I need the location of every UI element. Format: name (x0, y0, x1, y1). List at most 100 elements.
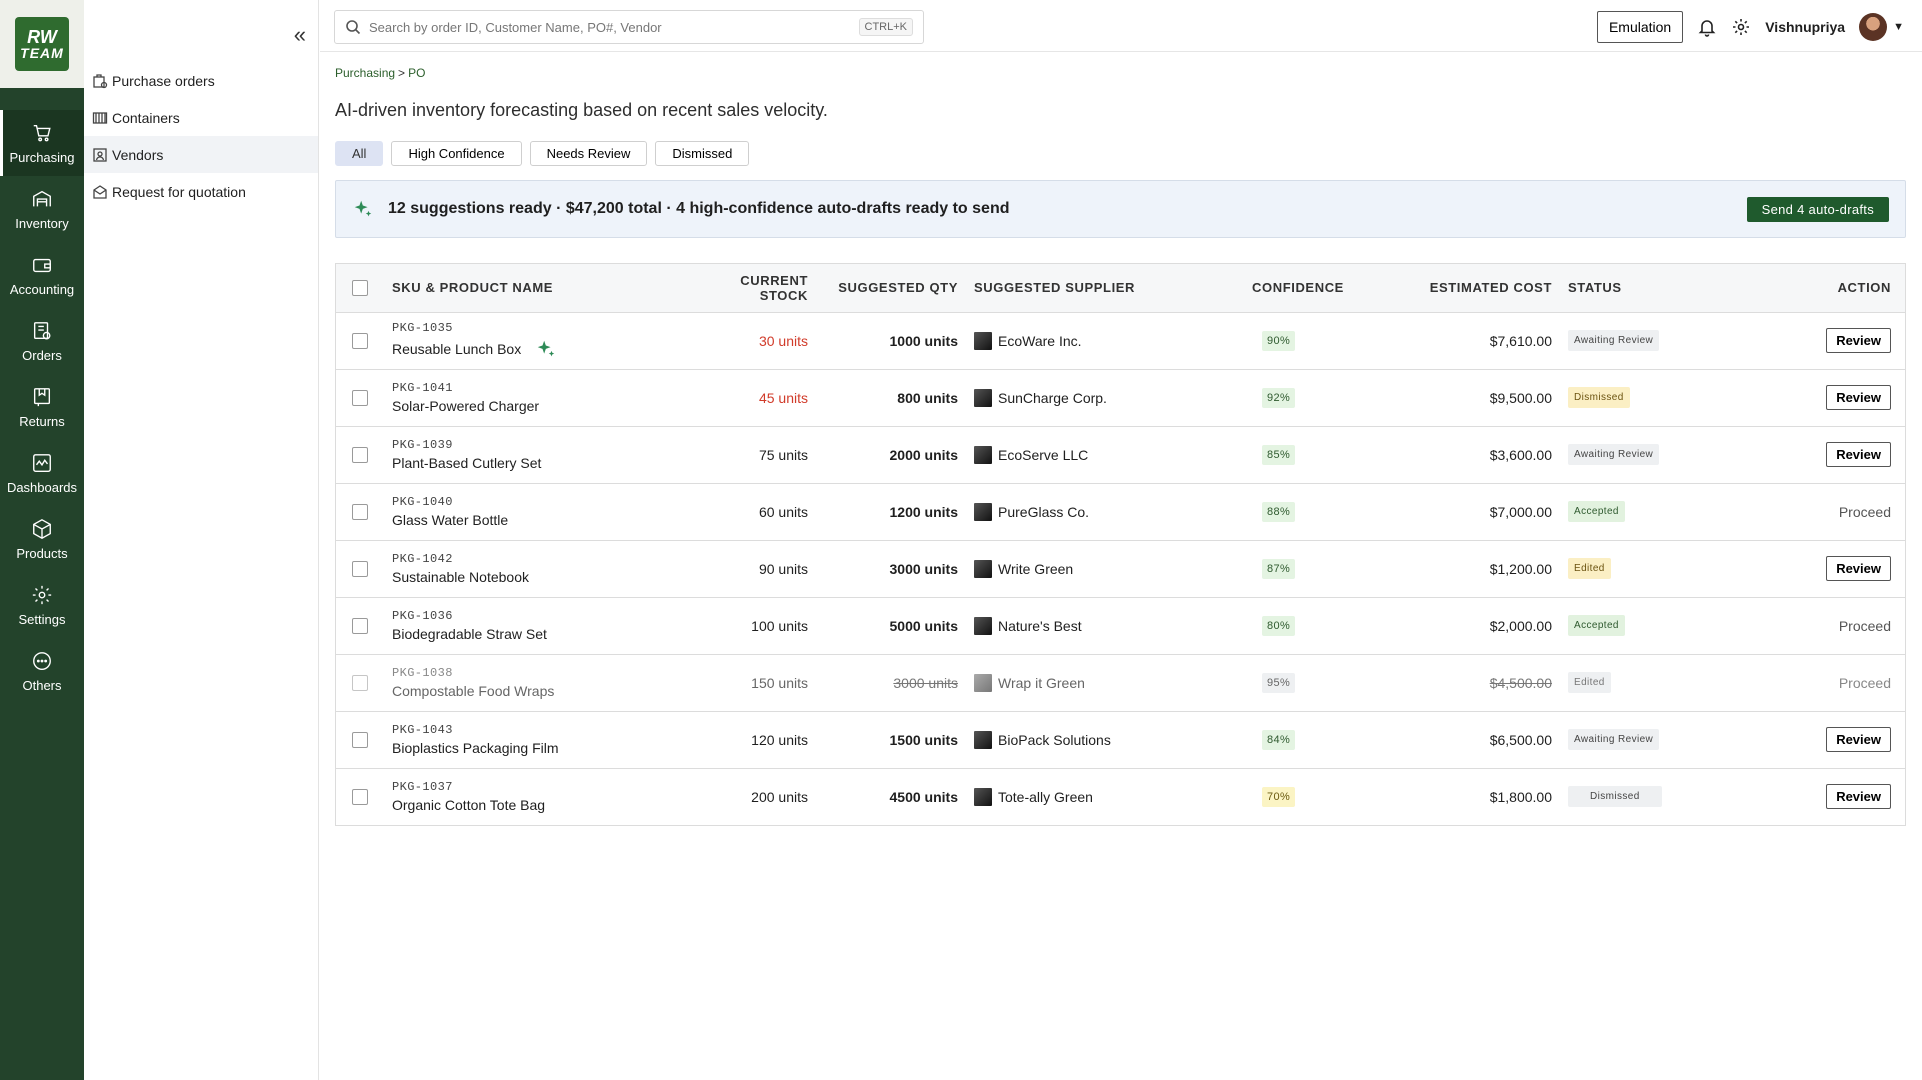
col-header-suggested-qty[interactable]: SUGGESTED QTY (814, 264, 974, 313)
proceed-link[interactable]: Proceed (1839, 675, 1891, 691)
table-row[interactable]: PKG-1040 Glass Water Bottle 60 units 1200… (336, 483, 1905, 541)
current-stock: 150 units (692, 654, 814, 712)
table-row[interactable]: PKG-1039 Plant-Based Cutlery Set 75 units… (336, 426, 1905, 484)
filter-all[interactable]: All (335, 141, 384, 166)
estimated-cost: $2,000.00 (1402, 597, 1568, 655)
confidence-badge: 85% (1262, 444, 1296, 465)
row-checkbox[interactable] (352, 674, 368, 691)
status-badge: Awaiting Review (1568, 444, 1660, 465)
notifications-bell-icon[interactable] (1697, 17, 1717, 37)
emulation-button[interactable]: Emulation (1596, 11, 1684, 43)
row-checkbox[interactable] (352, 788, 368, 805)
row-checkbox[interactable] (352, 389, 368, 406)
sparkle-icon (537, 340, 555, 357)
user-avatar[interactable] (1859, 13, 1888, 41)
rail-item-returns[interactable]: Returns (0, 374, 84, 440)
select-all-checkbox[interactable] (352, 279, 368, 296)
review-button[interactable]: Review (1826, 385, 1891, 410)
breadcrumb-current[interactable]: PO (408, 66, 425, 80)
supplier-logo (974, 673, 992, 692)
breadcrumb-parent[interactable]: Purchasing (335, 66, 395, 80)
supplier-name: Tote-ally Green (998, 788, 1093, 805)
subnav-item-label: Request for quotation (112, 183, 246, 200)
current-stock: 75 units (692, 426, 814, 484)
review-button[interactable]: Review (1826, 442, 1891, 467)
subnav-item-label: Vendors (112, 146, 164, 163)
row-checkbox[interactable] (352, 446, 368, 463)
row-checkbox[interactable] (352, 731, 368, 748)
col-header-sku[interactable]: SKU & PRODUCT NAME (392, 264, 692, 313)
subnav-item-vendors[interactable]: Vendors (84, 136, 318, 173)
col-header-current-stock[interactable]: CURRENT STOCK (692, 264, 814, 313)
supplier-name: PureGlass Co. (998, 503, 1090, 520)
sku-code: PKG-1035 (392, 321, 453, 335)
table-row[interactable]: PKG-1041 Solar-Powered Charger 45 units 8… (336, 369, 1905, 427)
review-button[interactable]: Review (1826, 727, 1891, 752)
user-name[interactable]: Vishnupriya (1765, 19, 1845, 35)
send-auto-drafts-button[interactable]: Send 4 auto-drafts (1746, 196, 1889, 222)
status-badge: Edited (1568, 672, 1611, 693)
col-header-estimated-cost[interactable]: ESTIMATED COST (1402, 264, 1568, 313)
col-header-confidence[interactable]: CONFIDENCE (1252, 264, 1402, 313)
dashboard-icon (33, 453, 51, 472)
filter-needs-review[interactable]: Needs Review (529, 141, 648, 166)
table-row[interactable]: PKG-1036 Biodegradable Straw Set 100 unit… (336, 597, 1905, 655)
chevron-down-icon[interactable]: ▼ (1893, 21, 1904, 33)
subnav-item-rfq[interactable]: Request for quotation (84, 173, 318, 210)
row-checkbox[interactable] (352, 560, 368, 577)
returns-icon (33, 387, 51, 406)
rail-item-purchasing[interactable]: Purchasing (0, 110, 84, 176)
confidence-badge: 88% (1262, 501, 1296, 522)
subnav-item-containers[interactable]: Containers (84, 99, 318, 136)
rail-item-orders[interactable]: Orders (0, 308, 84, 374)
supplier-name: SunCharge Corp. (998, 389, 1107, 406)
estimated-cost: $3,600.00 (1402, 426, 1568, 484)
col-header-supplier[interactable]: SUGGESTED SUPPLIER (974, 264, 1252, 313)
settings-gear-icon[interactable] (1731, 17, 1751, 37)
table-row[interactable]: PKG-1038 Compostable Food Wraps 150 units… (336, 654, 1905, 712)
review-button[interactable]: Review (1826, 328, 1891, 353)
row-checkbox[interactable] (352, 332, 368, 349)
rail-item-others[interactable]: Others (0, 638, 84, 704)
subnav-item-purchase-orders[interactable]: Purchase orders (84, 62, 318, 99)
table-row[interactable]: PKG-1035 Reusable Lunch Box 30 units 100… (336, 312, 1905, 370)
proceed-link[interactable]: Proceed (1839, 504, 1891, 520)
logo-text-top: RW (27, 27, 57, 47)
suggested-qty: 3000 units (814, 540, 974, 598)
rail-item-inventory[interactable]: Inventory (0, 176, 84, 242)
row-checkbox[interactable] (352, 617, 368, 634)
row-checkbox[interactable] (352, 503, 368, 520)
rail-item-settings[interactable]: Settings (0, 572, 84, 638)
search-input[interactable] (369, 19, 859, 35)
logo-area: RW TEAM (0, 0, 84, 88)
suggested-qty: 1500 units (814, 711, 974, 769)
table-row[interactable]: PKG-1043 Bioplastics Packaging Film 120 u… (336, 711, 1905, 769)
proceed-link[interactable]: Proceed (1839, 618, 1891, 634)
search-bar: CTRL+K (334, 10, 924, 44)
product-name: Plant-Based Cutlery Set (392, 455, 542, 471)
rail-item-label: Returns (19, 413, 65, 429)
table-row[interactable]: PKG-1042 Sustainable Notebook 90 units 30… (336, 540, 1905, 598)
estimated-cost: $1,800.00 (1489, 788, 1552, 805)
supplier-logo (974, 616, 992, 635)
current-stock: 45 units (692, 369, 814, 427)
confidence-badge: 90% (1262, 330, 1296, 351)
review-button[interactable]: Review (1826, 784, 1891, 810)
rail-item-label: Inventory (15, 215, 69, 231)
product-name: Sustainable Notebook (392, 569, 529, 585)
company-logo[interactable]: RW TEAM (15, 17, 69, 71)
rail-item-dashboards[interactable]: Dashboards (0, 440, 84, 506)
filter-high-confidence[interactable]: High Confidence (391, 141, 522, 166)
rail-item-accounting[interactable]: Accounting (0, 242, 84, 308)
more-icon (33, 651, 51, 670)
subnav-item-label: Purchase orders (112, 72, 215, 89)
filter-dismissed[interactable]: Dismissed (655, 141, 750, 166)
current-stock: 100 units (692, 597, 814, 655)
review-button[interactable]: Review (1826, 556, 1891, 581)
table-row[interactable]: PKG-1037 Organic Cotton Tote Bag 200 unit… (336, 768, 1905, 825)
wallet-icon (33, 258, 51, 272)
collapse-sidebar-icon[interactable]: « (294, 22, 306, 48)
current-stock: 120 units (692, 711, 814, 769)
rail-item-products[interactable]: Products (0, 506, 84, 572)
col-header-status[interactable]: STATUS (1568, 264, 1718, 313)
